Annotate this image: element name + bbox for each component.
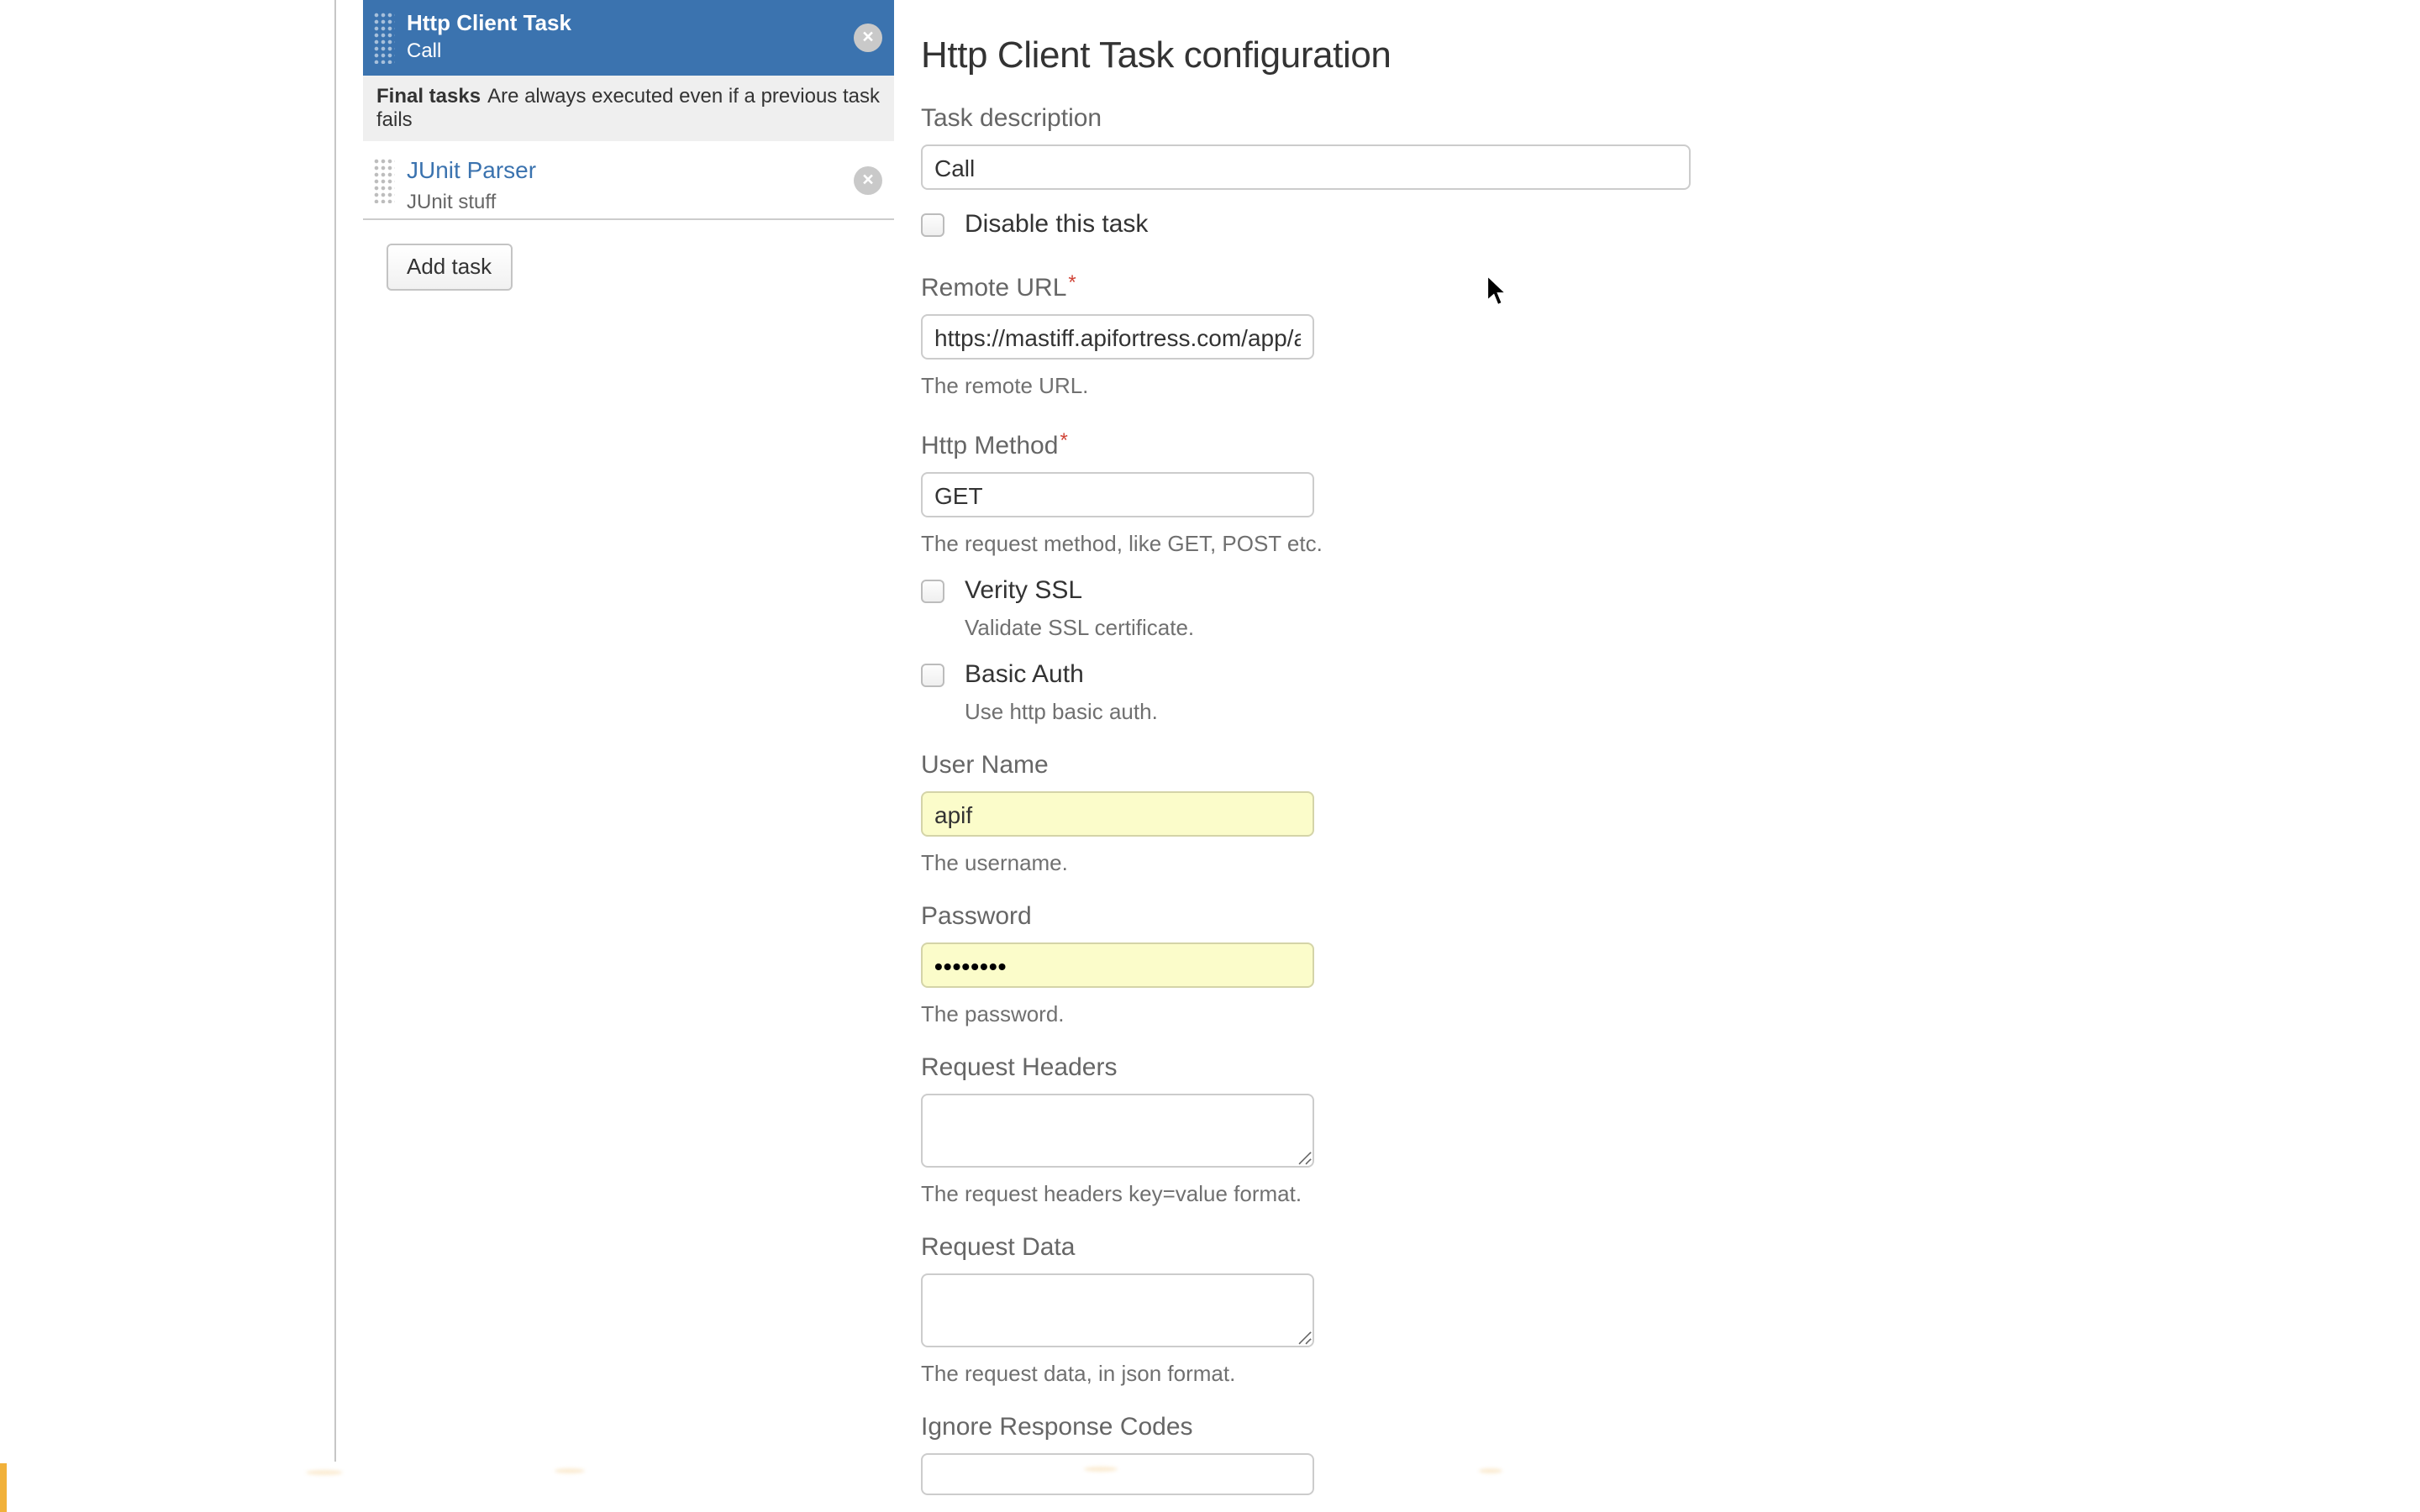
final-tasks-title: Final tasks <box>376 84 481 108</box>
required-asterisk: * <box>1060 428 1068 452</box>
task-configuration-form: Http Client Task configuration Task desc… <box>921 0 1711 1512</box>
remote-url-input[interactable] <box>921 314 1314 360</box>
bottom-artifact <box>1479 1468 1502 1473</box>
page-canvas: Http Client Task Call ✕ Final tasks Are a… <box>0 0 2420 1512</box>
task-link-junit-parser[interactable]: JUnit Parser <box>407 156 536 183</box>
password-help: The password. <box>921 1001 1065 1026</box>
drag-handle-icon[interactable] <box>373 12 395 64</box>
page-title: Http Client Task configuration <box>921 34 1392 76</box>
disable-task-row: Disable this task <box>921 210 1711 240</box>
request-headers-label: Request Headers <box>921 1053 1118 1082</box>
task-description-label: Task description <box>921 104 1102 133</box>
mouse-cursor <box>1486 273 1509 318</box>
bottom-artifact <box>306 1470 343 1475</box>
bottom-artifact <box>1084 1467 1118 1472</box>
verify-ssl-label: Verity SSL <box>965 576 1083 605</box>
http-method-input[interactable] <box>921 472 1314 517</box>
request-data-label: Request Data <box>921 1233 1076 1262</box>
drag-handle-icon[interactable] <box>373 158 395 203</box>
user-name-help: The username. <box>921 850 1068 875</box>
verify-ssl-row: Verity SSL <box>921 576 1711 606</box>
verify-ssl-help: Validate SSL certificate. <box>965 615 1195 640</box>
task-description-input[interactable] <box>921 144 1691 190</box>
remove-task-icon[interactable]: ✕ <box>854 24 882 52</box>
verify-ssl-checkbox[interactable] <box>921 580 944 603</box>
task-item-http-client-selected[interactable]: Http Client Task Call ✕ <box>363 0 894 76</box>
basic-auth-label: Basic Auth <box>965 660 1084 689</box>
http-method-label: Http Method * <box>921 428 1068 460</box>
ignore-response-codes-input[interactable] <box>921 1453 1314 1495</box>
request-headers-textarea[interactable] <box>921 1094 1314 1168</box>
task-item-subtitle: Call <box>407 39 442 62</box>
password-label: Password <box>921 902 1032 931</box>
task-list-panel: Http Client Task Call ✕ Final tasks Are a… <box>363 0 894 291</box>
required-asterisk: * <box>1068 270 1076 294</box>
bottom-artifact <box>555 1468 585 1473</box>
request-data-help: The request data, in json format. <box>921 1361 1236 1386</box>
final-tasks-header: Final tasks Are always executed even if a… <box>363 76 894 141</box>
user-name-input[interactable] <box>921 791 1314 837</box>
bottom-left-accent-bar <box>0 1463 7 1512</box>
basic-auth-help: Use http basic auth. <box>965 699 1158 724</box>
task-item-title: Http Client Task <box>407 10 571 35</box>
ignore-response-codes-label: Ignore Response Codes <box>921 1413 1193 1441</box>
http-method-help: The request method, like GET, POST etc. <box>921 531 1323 556</box>
request-headers-help: The request headers key=value format. <box>921 1181 1302 1206</box>
user-name-label: User Name <box>921 751 1049 780</box>
add-task-button[interactable]: Add task <box>387 244 513 291</box>
panel-divider <box>334 0 336 1462</box>
disable-task-checkbox[interactable] <box>921 213 944 237</box>
remote-url-label: Remote URL * <box>921 270 1076 302</box>
request-data-textarea[interactable] <box>921 1273 1314 1347</box>
task-list-divider <box>363 218 894 220</box>
task-item-subtitle: JUnit stuff <box>407 190 497 213</box>
remove-task-icon[interactable]: ✕ <box>854 166 882 195</box>
remote-url-help: The remote URL. <box>921 373 1089 398</box>
ignore-response-codes-help: Ignore these response code, comma sepera… <box>921 1509 1711 1512</box>
basic-auth-row: Basic Auth <box>921 660 1711 690</box>
task-item-junit-parser[interactable]: JUnit Parser JUnit stuff ✕ <box>363 141 894 218</box>
password-input[interactable] <box>921 942 1314 988</box>
basic-auth-checkbox[interactable] <box>921 664 944 687</box>
disable-task-label: Disable this task <box>965 210 1149 239</box>
